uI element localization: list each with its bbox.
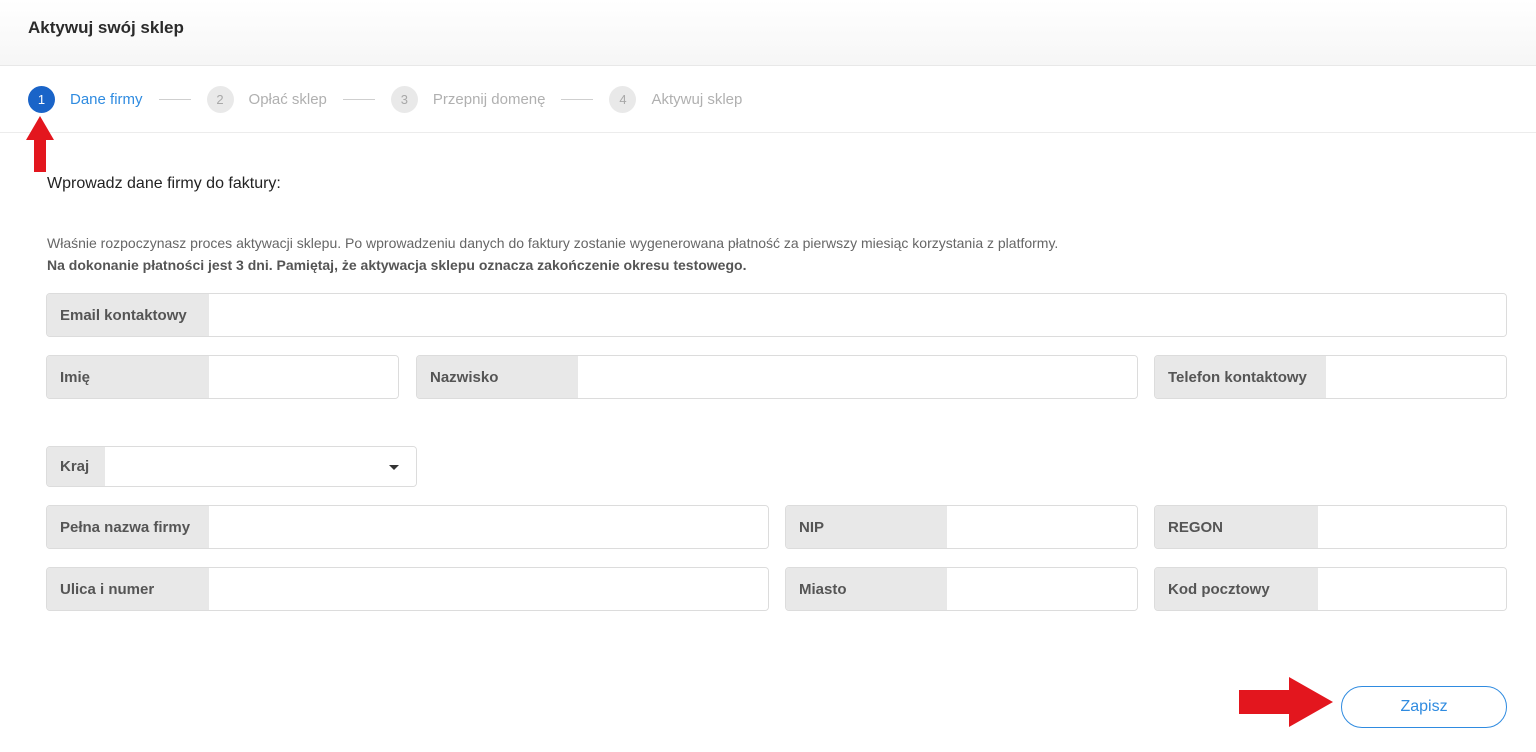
step-label: Aktywuj sklep	[651, 90, 743, 108]
country-value	[105, 447, 416, 486]
regon-label: REGON	[1155, 506, 1318, 548]
step-connector	[342, 98, 375, 100]
country-select[interactable]: Kraj	[46, 446, 417, 487]
step-przepnij-domene[interactable]: 3 Przepnij domenę	[390, 85, 546, 113]
step-number: 3	[390, 85, 418, 113]
step-number: 4	[609, 85, 637, 113]
nip-label: NIP	[786, 506, 947, 548]
page-title: Aktywuj swój sklep	[28, 18, 184, 37]
first-name-input[interactable]	[209, 356, 398, 398]
form-intro: Wprowadz dane firmy do faktury: Właśnie …	[47, 170, 1507, 276]
postal-code-label: Kod pocztowy	[1155, 568, 1318, 610]
step-number: 1	[28, 85, 55, 113]
red-arrow-up-icon	[26, 116, 54, 172]
step-oplac-sklep[interactable]: 2 Opłać sklep	[206, 85, 327, 113]
last-name-input[interactable]	[578, 356, 1137, 398]
city-field: Miasto	[785, 567, 1138, 611]
email-input[interactable]	[209, 294, 1506, 336]
stepper: 1 Dane firmy 2 Opłać sklep 3 Przepnij do…	[0, 66, 1536, 133]
caret-down-icon	[389, 465, 399, 470]
intro-paragraph: Właśnie rozpoczynasz proces aktywacji sk…	[47, 235, 1059, 251]
postal-code-input[interactable]	[1318, 568, 1506, 610]
step-connector	[561, 98, 594, 100]
phone-field: Telefon kontaktowy	[1154, 355, 1507, 399]
company-name-label: Pełna nazwa firmy	[47, 506, 209, 548]
last-name-label: Nazwisko	[417, 356, 578, 398]
first-name-label: Imię	[47, 356, 209, 398]
company-name-field: Pełna nazwa firmy	[46, 505, 769, 549]
step-aktywuj-sklep[interactable]: 4 Aktywuj sklep	[609, 85, 743, 113]
email-label: Email kontaktowy	[47, 294, 209, 336]
save-button[interactable]: Zapisz	[1341, 686, 1507, 728]
street-field: Ulica i numer	[46, 567, 769, 611]
step-label: Dane firmy	[70, 90, 143, 108]
first-name-field: Imię	[46, 355, 399, 399]
step-label: Opłać sklep	[248, 90, 327, 108]
phone-label: Telefon kontaktowy	[1155, 356, 1326, 398]
intro-text: Właśnie rozpoczynasz proces aktywacji sk…	[47, 232, 1507, 276]
step-connector	[158, 98, 191, 100]
postal-code-field: Kod pocztowy	[1154, 567, 1507, 611]
street-input[interactable]	[209, 568, 768, 610]
country-label: Kraj	[47, 447, 105, 486]
red-arrow-right-icon	[1239, 677, 1333, 727]
regon-input[interactable]	[1318, 506, 1506, 548]
step-number: 2	[206, 85, 234, 113]
form-heading: Wprowadz dane firmy do faktury:	[47, 175, 281, 192]
company-name-input[interactable]	[209, 506, 768, 548]
page-header: Aktywuj swój sklep	[0, 0, 1536, 66]
last-name-field: Nazwisko	[416, 355, 1138, 399]
city-input[interactable]	[947, 568, 1137, 610]
phone-input[interactable]	[1326, 356, 1506, 398]
step-label: Przepnij domenę	[432, 90, 546, 108]
city-label: Miasto	[786, 568, 947, 610]
nip-field: NIP	[785, 505, 1138, 549]
intro-bold-notice: Na dokonanie płatności jest 3 dni. Pamię…	[47, 257, 747, 273]
email-field: Email kontaktowy	[46, 293, 1507, 337]
regon-field: REGON	[1154, 505, 1507, 549]
nip-input[interactable]	[947, 506, 1137, 548]
street-label: Ulica i numer	[47, 568, 209, 610]
step-dane-firmy[interactable]: 1 Dane firmy	[28, 85, 143, 113]
